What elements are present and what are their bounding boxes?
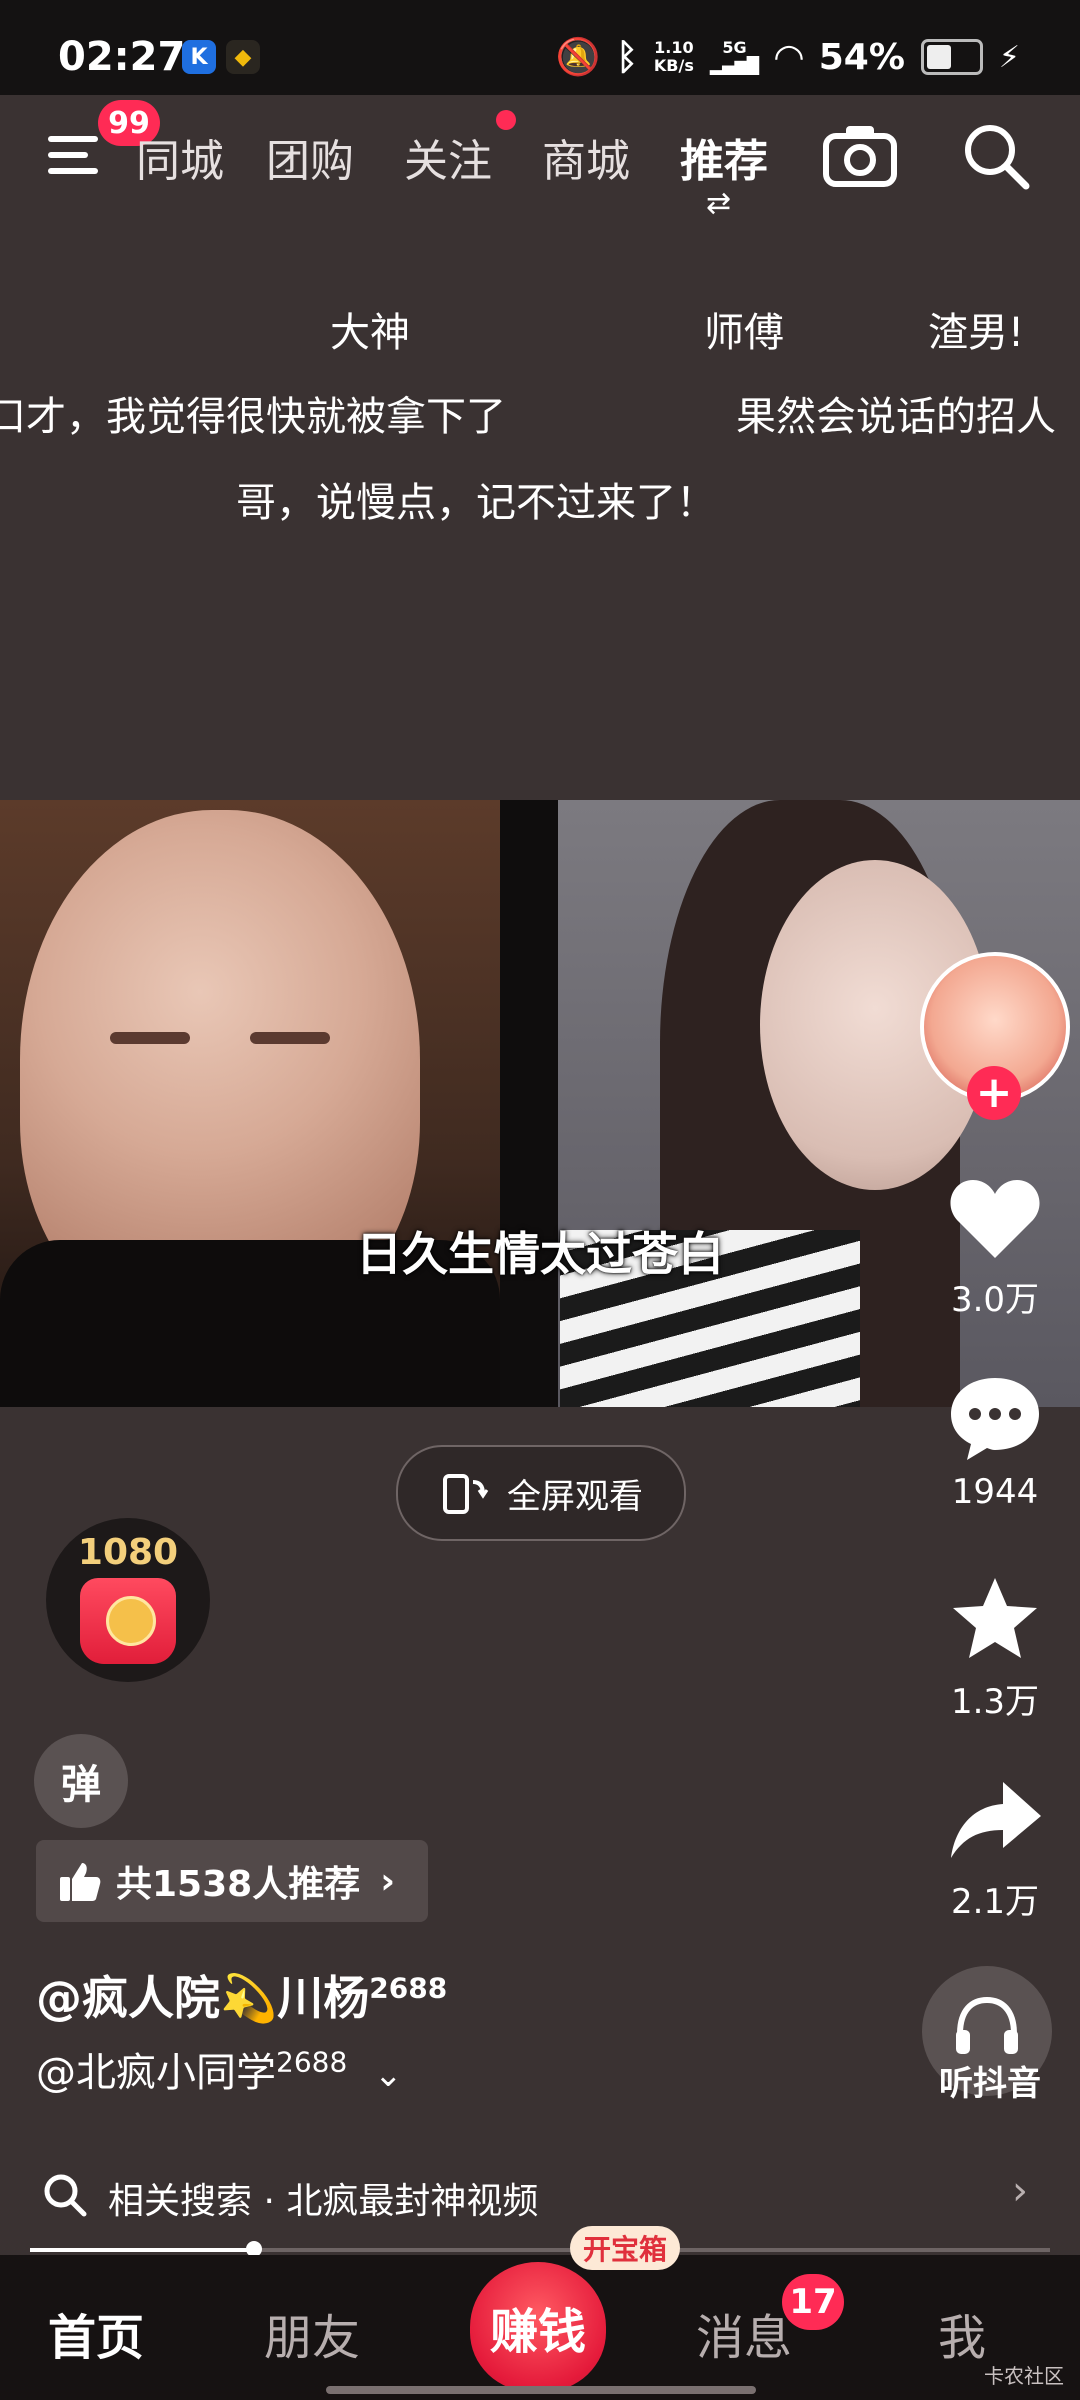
coauthor-name-text: @北疯小同学 [36, 2050, 276, 2096]
share-button[interactable]: 2.1万 [930, 1778, 1060, 1923]
danmaku-text: 哥，说慢点，记不过来了！ [236, 480, 716, 526]
video-subtitle: 日久生情太过苍白 [356, 1227, 724, 1281]
signal-icon: 5G ▂▄▆█ [709, 38, 760, 75]
messages-badge: 17 [782, 2274, 844, 2330]
tab-mall[interactable]: 商城 [542, 125, 630, 189]
favorite-count: 1.3万 [950, 1682, 1040, 1722]
headphones-icon [956, 1996, 1018, 2054]
fullscreen-button[interactable]: 全屏观看 [396, 1445, 686, 1541]
status-right: 🔕 ᛒ 1.10 KB/s 5G ▂▄▆█ ◠ 54% ⚡ [555, 36, 1020, 79]
treasure-badge[interactable]: 开宝箱 [570, 2226, 680, 2270]
battery-percent: 54% [818, 36, 905, 78]
listen-label: 听抖音 [939, 2064, 1041, 2104]
star-icon [953, 1578, 1037, 1658]
tab-recommend[interactable]: 推荐 [680, 125, 768, 189]
chevron-right-icon: › [380, 1860, 396, 1902]
rotate-screen-icon [443, 1474, 489, 1514]
divider-strip [500, 800, 558, 1407]
net-speed-value: 1.10 [654, 38, 694, 57]
progress-fill [30, 2248, 254, 2252]
heart-icon [950, 1180, 1040, 1258]
coauthor-name-sup: 2688 [276, 2045, 348, 2079]
mute-bell-icon: 🔕 [555, 37, 601, 78]
danmaku-text: 渣男! [928, 310, 1025, 356]
tab-local[interactable]: 同城 [136, 125, 224, 189]
danmaku-toggle[interactable]: 弹 [34, 1734, 128, 1828]
recommend-text: 共1538人推荐 [116, 1864, 361, 1905]
fullscreen-label: 全屏观看 [507, 1476, 643, 1517]
danmaku-text: 师傅 [704, 310, 784, 356]
danmaku-text: 大神 [330, 310, 410, 356]
author-name[interactable]: @疯人院💫川杨2688 [36, 1962, 447, 2028]
switch-icon[interactable]: ⇄ [706, 186, 731, 221]
earn-label: 赚钱 [489, 2304, 586, 2360]
coauthor-name[interactable]: @北疯小同学2688 ⌄ [36, 2040, 402, 2098]
danmaku-text: 果然会说话的招人 [736, 394, 1056, 440]
net-speed: 1.10 KB/s [654, 39, 694, 75]
home-indicator[interactable] [326, 2386, 756, 2394]
signal-label: 5G [722, 38, 747, 57]
net-speed-unit: KB/s [653, 56, 694, 75]
share-arrow-icon [951, 1782, 1041, 1858]
eye [110, 1032, 190, 1044]
tab-following[interactable]: 关注 [404, 125, 492, 189]
chevron-right-icon: › [1012, 2168, 1028, 2214]
like-button[interactable]: 3.0万 [930, 1176, 1060, 1321]
search-icon [44, 2174, 87, 2217]
related-search-text: 相关搜索 · 北疯最封神视频 [108, 2181, 539, 2222]
tab-group-buy[interactable]: 团购 [266, 125, 354, 189]
comment-button[interactable]: 1944 [930, 1372, 1060, 1512]
menu-line [48, 168, 98, 174]
author-name-text: @疯人院💫川杨 [36, 1971, 370, 2025]
k-app-icon: K [182, 40, 216, 74]
recommend-chip[interactable]: 共1538人推荐 › [36, 1840, 428, 1922]
camera-icon[interactable] [822, 122, 898, 188]
share-count: 2.1万 [950, 1882, 1040, 1922]
status-time: 02:27 [58, 34, 186, 80]
chevron-down-icon: ⌄ [373, 2055, 403, 2095]
danmaku-text: 口才，我觉得很快就被拿下了 [0, 394, 506, 440]
video-player[interactable] [0, 800, 1080, 1407]
battery-fill [926, 45, 951, 69]
battery-icon [920, 39, 983, 75]
bluetooth-icon: ᛒ [616, 36, 638, 78]
menu-line [48, 136, 98, 142]
video-left-panel [0, 800, 558, 1407]
binance-icon: ◆ [226, 40, 260, 74]
comment-count: 1944 [951, 1472, 1039, 1512]
eye [250, 1032, 330, 1044]
wifi-icon: ◠ [775, 36, 803, 78]
thumbs-up-icon [60, 1863, 101, 1901]
charging-icon: ⚡ [998, 39, 1020, 75]
menu-line [48, 152, 88, 158]
menu-button[interactable] [48, 128, 104, 184]
follow-button[interactable]: + [967, 1066, 1021, 1120]
nav-earn[interactable]: 赚钱 [470, 2262, 606, 2392]
nav-friends[interactable]: 朋友 [264, 2298, 360, 2368]
following-dot [496, 110, 516, 130]
red-packet-amount: 1080 [77, 1532, 179, 1573]
like-count: 3.0万 [950, 1280, 1040, 1320]
danmaku-toggle-label: 弹 [61, 1762, 101, 1808]
nav-messages[interactable]: 消息 [696, 2298, 792, 2368]
watermark: 卡农社区 [984, 2364, 1064, 2388]
coin-icon [106, 1596, 156, 1646]
search-icon[interactable] [960, 120, 1032, 192]
favorite-button[interactable]: 1.3万 [930, 1574, 1060, 1723]
author-name-sup: 2688 [369, 1971, 448, 2005]
nav-home[interactable]: 首页 [48, 2298, 144, 2368]
comment-icon [951, 1378, 1039, 1460]
nav-me[interactable]: 我 [938, 2298, 986, 2368]
